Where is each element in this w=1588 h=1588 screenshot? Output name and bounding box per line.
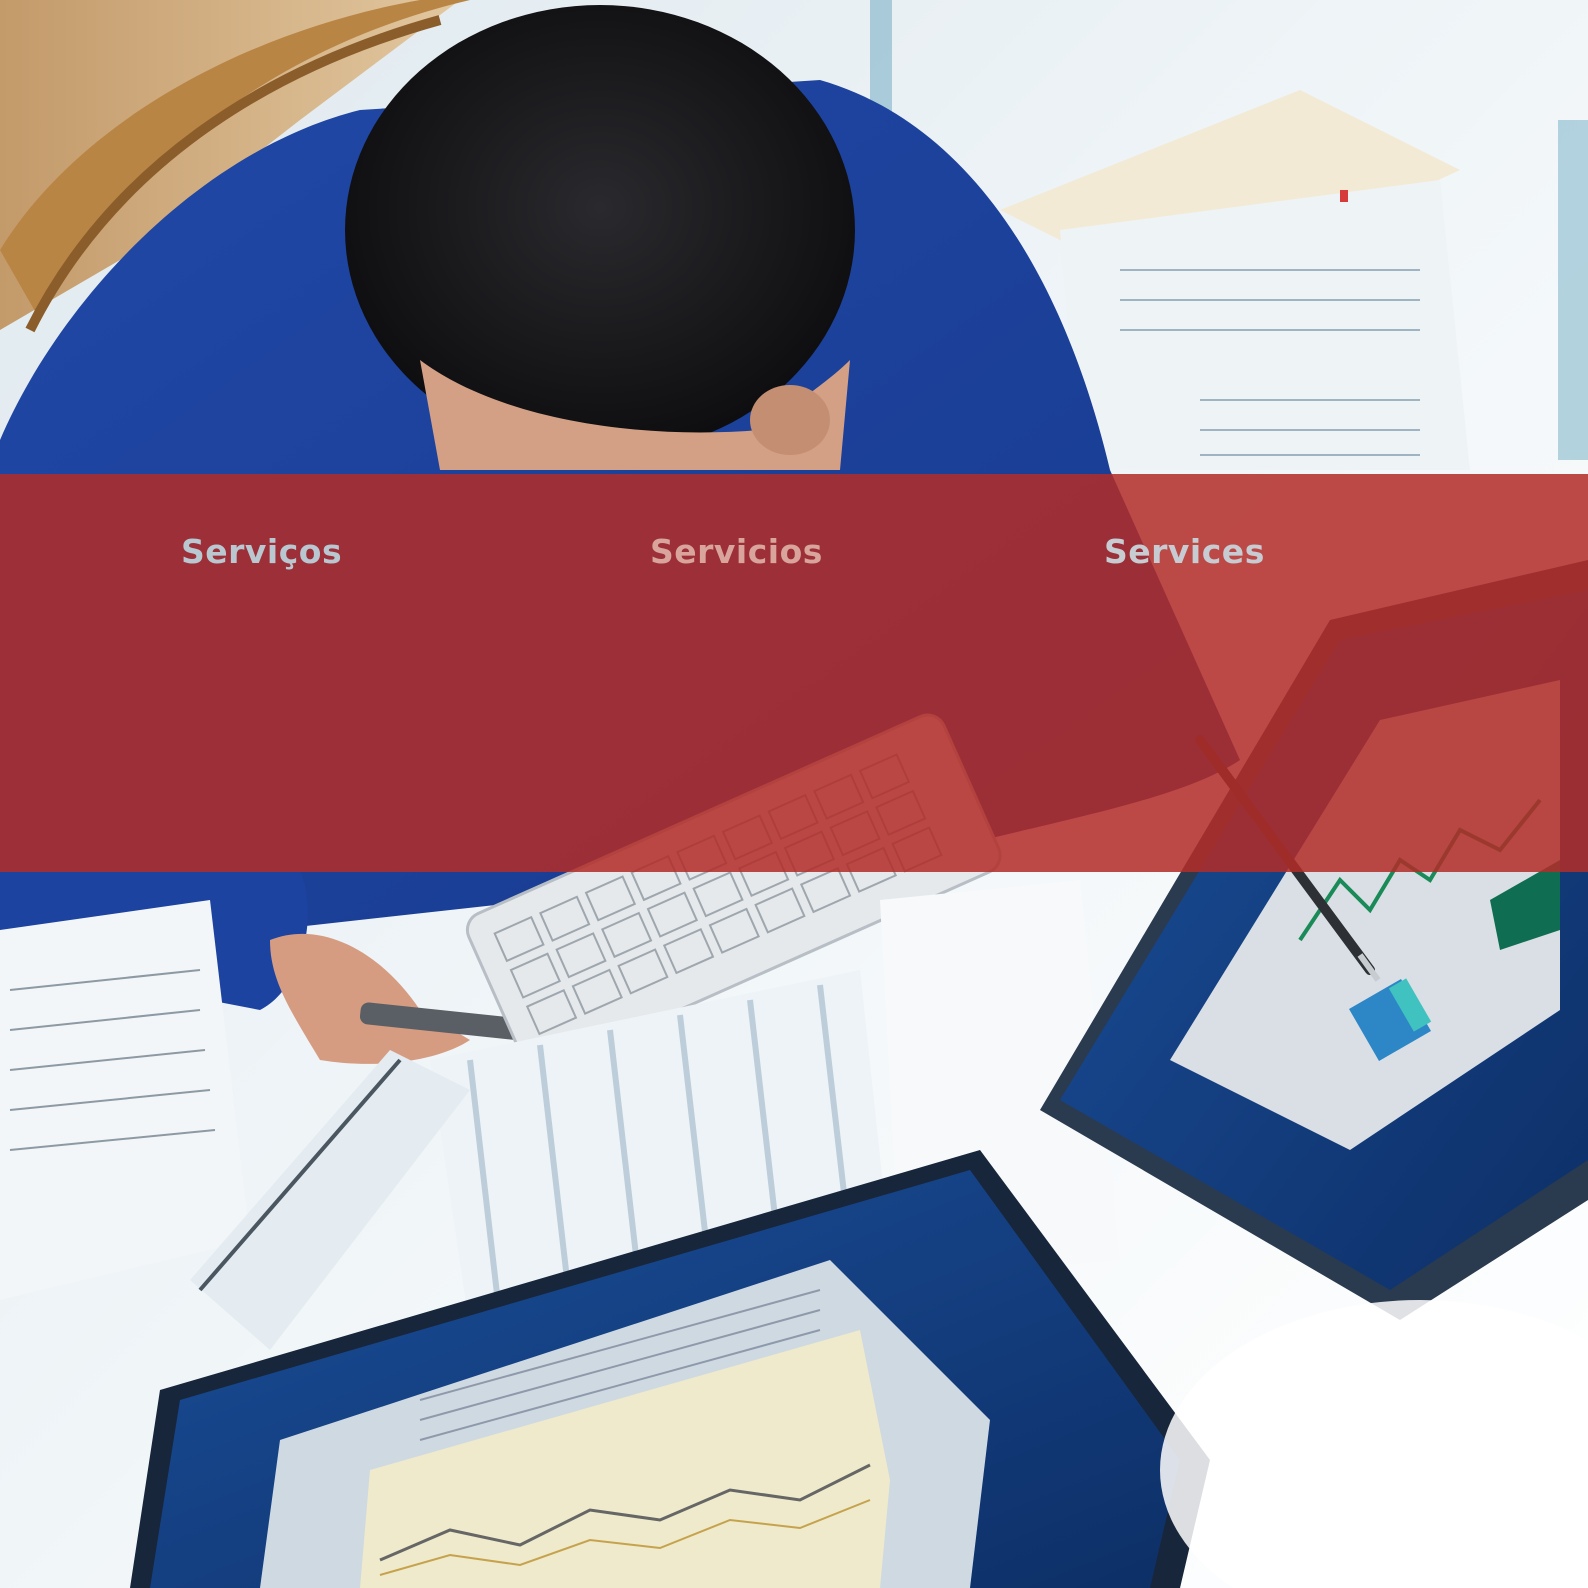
services-link-portuguese[interactable]: Serviços [181,532,342,572]
services-link-spanish[interactable]: Servicios [650,532,823,572]
page: Serviços Servicios Services [0,0,1588,1588]
services-banner: Serviços Servicios Services [0,474,1588,872]
services-link-english[interactable]: Services [1104,532,1265,572]
